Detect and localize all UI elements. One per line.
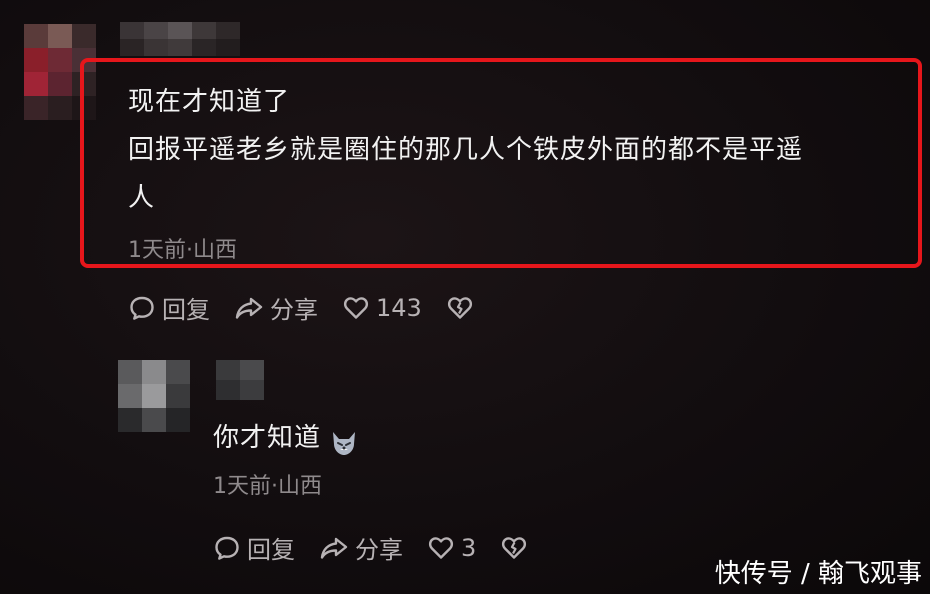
share-button[interactable]: 分享 — [234, 290, 318, 325]
comment-text-line-1: 现在才知道了 — [128, 87, 291, 117]
heart-icon — [428, 536, 454, 559]
heart-icon — [343, 296, 369, 319]
reply-label: 回复 — [247, 536, 295, 564]
reply-avatar[interactable] — [118, 360, 190, 432]
reply-button[interactable]: 回复 — [128, 290, 210, 325]
comment-text-line-3: 人 — [128, 183, 156, 213]
reply-dislike-button[interactable] — [500, 534, 534, 562]
reply-meta: 1天前·山西 — [213, 474, 322, 499]
reply-actions: 回复 分享 3 — [213, 530, 558, 565]
comment-meta: 1天前·山西 — [128, 238, 237, 263]
broken-heart-icon — [502, 536, 527, 559]
reply-share-button[interactable]: 分享 — [319, 530, 403, 565]
reply-author-name[interactable] — [216, 360, 264, 400]
dislike-button[interactable] — [446, 294, 480, 322]
share-label: 分享 — [355, 536, 403, 564]
share-label: 分享 — [270, 296, 318, 324]
wolf-emoji-icon — [329, 424, 359, 455]
reply-bubble-icon — [130, 296, 154, 320]
like-count: 143 — [376, 293, 422, 322]
share-arrow-icon — [320, 537, 348, 559]
source-watermark: 快传号 / 翰飞观事 — [714, 559, 922, 589]
reply-text-row: 你才知道 — [213, 412, 359, 464]
reply-like-button[interactable]: 3 — [427, 534, 476, 562]
reply-reply-button[interactable]: 回复 — [213, 530, 295, 565]
comment-actions: 回复 分享 143 — [128, 290, 504, 325]
like-button[interactable]: 143 — [342, 294, 422, 322]
broken-heart-icon — [447, 296, 472, 319]
reply-label: 回复 — [162, 296, 210, 324]
like-count: 3 — [461, 533, 477, 562]
comment-text-line-2: 回报平遥老乡就是圈住的那几人个铁皮外面的都不是平遥 — [128, 135, 804, 165]
reply-bubble-icon — [215, 536, 239, 560]
share-arrow-icon — [235, 297, 263, 319]
reply-text: 你才知道 — [213, 423, 322, 453]
commenter-name[interactable] — [120, 22, 240, 56]
